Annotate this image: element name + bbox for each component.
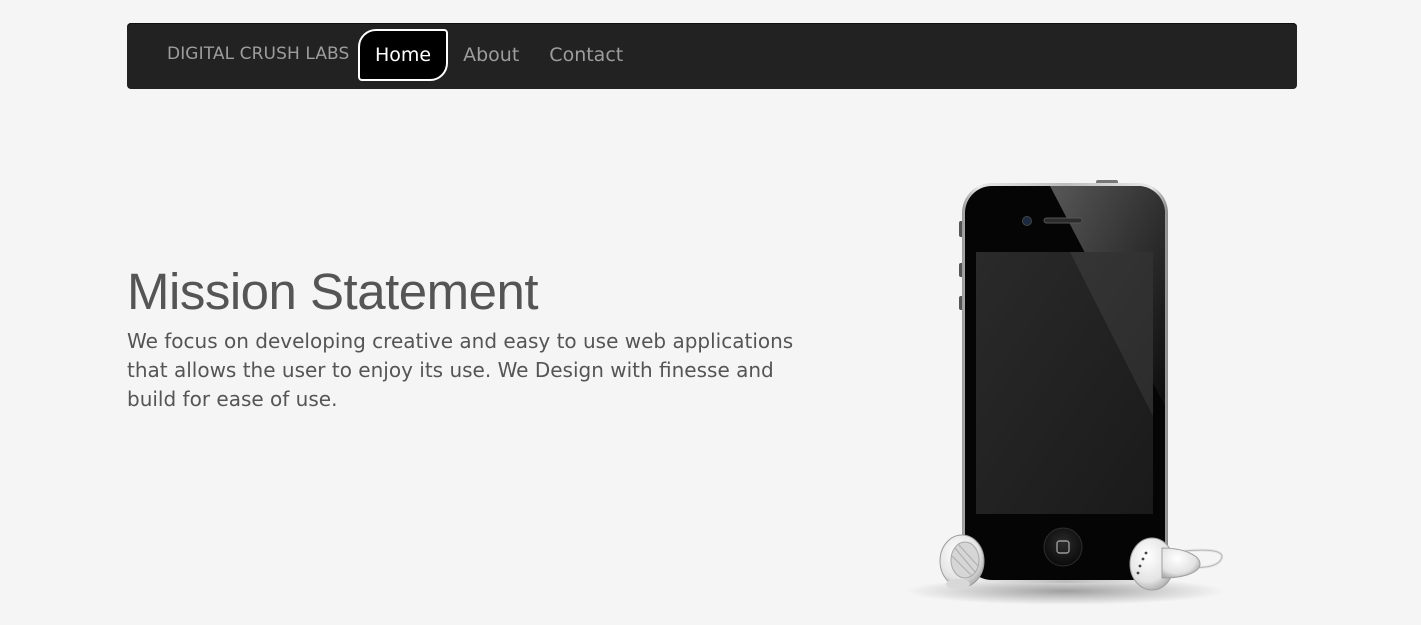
smartphone-with-earphones-icon [900, 176, 1240, 606]
nav-item-contact[interactable]: Contact [534, 30, 638, 80]
nav-item-about[interactable]: About [448, 30, 534, 80]
mission-statement-heading: Mission Statement [127, 263, 539, 320]
nav-item-home[interactable]: Home [358, 29, 449, 81]
nav-menu: Home About Contact [358, 28, 638, 82]
mission-statement-text: We focus on developing creative and easy… [127, 329, 794, 411]
brand-logo-link[interactable]: DIGITAL CRUSH LABS [167, 44, 349, 64]
top-navbar: DIGITAL CRUSH LABS Home About Contact [127, 23, 1297, 89]
page: DIGITAL CRUSH LABS Home About Contact Mi… [0, 0, 1421, 625]
